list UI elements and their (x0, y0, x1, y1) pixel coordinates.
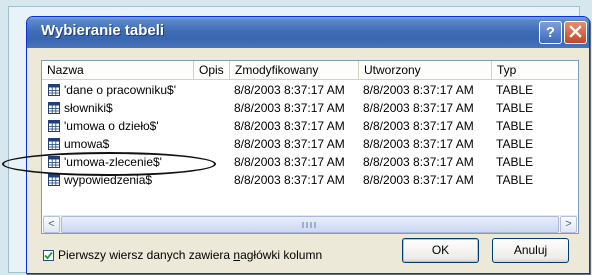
table-row[interactable]: 'umowa o dzieło$' 8/8/2003 8:37:17 AM 8/… (42, 117, 578, 135)
row-created: 8/8/2003 8:37:17 AM (363, 83, 474, 97)
row-name-cell: umowa$ (48, 135, 194, 153)
row-name: słowniki$ (64, 101, 113, 115)
table-grid-icon (48, 120, 60, 132)
row-modified: 8/8/2003 8:37:17 AM (234, 155, 345, 169)
row-type: TABLE (496, 101, 534, 115)
row-name-cell: słowniki$ (48, 99, 194, 117)
help-button[interactable]: ? (539, 21, 562, 44)
ok-button[interactable]: OK (402, 238, 479, 263)
row-name: 'umowa o dzieło$' (64, 119, 159, 133)
table-row[interactable]: wypowiedzenia$ 8/8/2003 8:37:17 AM 8/8/2… (42, 171, 578, 189)
checkbox-label-text: Pierwszy wiersz danych zawiera (58, 248, 234, 262)
row-created: 8/8/2003 8:37:17 AM (363, 137, 474, 151)
row-created: 8/8/2003 8:37:17 AM (363, 173, 474, 187)
first-row-headers-label[interactable]: Pierwszy wiersz danych zawiera nagłówki … (58, 247, 322, 263)
column-header-name[interactable]: Nazwa (42, 61, 194, 79)
row-name: 'dane o pracowniku$' (64, 83, 176, 97)
row-modified: 8/8/2003 8:37:17 AM (234, 173, 345, 187)
table-grid-icon (48, 156, 60, 168)
row-type: TABLE (496, 155, 534, 169)
table-grid-icon (48, 138, 60, 150)
row-name: umowa$ (64, 137, 110, 151)
column-header-description[interactable]: Opis (194, 61, 230, 79)
row-name-cell: 'umowa-zlecenie$' (48, 153, 194, 171)
table-row[interactable]: umowa$ 8/8/2003 8:37:17 AM 8/8/2003 8:37… (42, 135, 578, 153)
cancel-button[interactable]: Anuluj (492, 238, 569, 263)
table-row[interactable]: 'dane o pracowniku$' 8/8/2003 8:37:17 AM… (42, 81, 578, 99)
row-name: wypowiedzenia$ (64, 173, 153, 187)
select-table-dialog: Wybieranie tabeli ? Nazwa Opis Zmodyfiko… (26, 16, 590, 274)
row-created: 8/8/2003 8:37:17 AM (363, 119, 474, 133)
row-name-cell: 'dane o pracowniku$' (48, 81, 194, 99)
list-header: Nazwa Opis Zmodyfikowany Utworzony Typ (42, 61, 578, 80)
close-button[interactable] (564, 21, 587, 44)
column-header-modified[interactable]: Zmodyfikowany (230, 61, 359, 79)
checkbox-label-text-end: agłówki kolumn (240, 248, 323, 262)
row-name-cell: 'umowa o dzieło$' (48, 117, 194, 135)
row-modified: 8/8/2003 8:37:17 AM (234, 119, 345, 133)
table-grid-icon (48, 84, 60, 96)
table-grid-icon (48, 102, 60, 114)
column-header-created[interactable]: Utworzony (359, 61, 492, 79)
table-list[interactable]: Nazwa Opis Zmodyfikowany Utworzony Typ '… (41, 60, 579, 234)
row-type: TABLE (496, 137, 534, 151)
checkmark-icon (44, 251, 53, 260)
row-created: 8/8/2003 8:37:17 AM (363, 155, 474, 169)
dialog-title: Wybieranie tabeli (41, 22, 165, 39)
scroll-right-button[interactable]: > (560, 216, 577, 233)
chevron-left-icon: < (48, 218, 55, 230)
row-modified: 8/8/2003 8:37:17 AM (234, 137, 345, 151)
scroll-thumb[interactable] (61, 216, 559, 233)
help-icon: ? (545, 24, 556, 41)
close-icon (569, 25, 582, 38)
first-row-headers-checkbox[interactable] (43, 250, 54, 261)
table-grid-icon (48, 174, 60, 186)
title-bar: Wybieranie tabeli ? (27, 17, 589, 48)
row-created: 8/8/2003 8:37:17 AM (363, 101, 474, 115)
row-name-cell: wypowiedzenia$ (48, 171, 194, 189)
row-type: TABLE (496, 119, 534, 133)
horizontal-scrollbar[interactable]: < > (43, 215, 577, 233)
chevron-right-icon: > (565, 218, 572, 230)
row-type: TABLE (496, 173, 534, 187)
grip-icon (302, 222, 318, 228)
row-modified: 8/8/2003 8:37:17 AM (234, 101, 345, 115)
column-header-type[interactable]: Typ (492, 61, 578, 79)
table-row[interactable]: słowniki$ 8/8/2003 8:37:17 AM 8/8/2003 8… (42, 99, 578, 117)
table-row[interactable]: 'umowa-zlecenie$' 8/8/2003 8:37:17 AM 8/… (42, 153, 578, 171)
row-type: TABLE (496, 83, 534, 97)
row-modified: 8/8/2003 8:37:17 AM (234, 83, 345, 97)
scroll-left-button[interactable]: < (43, 216, 60, 233)
row-name: 'umowa-zlecenie$' (64, 155, 162, 169)
